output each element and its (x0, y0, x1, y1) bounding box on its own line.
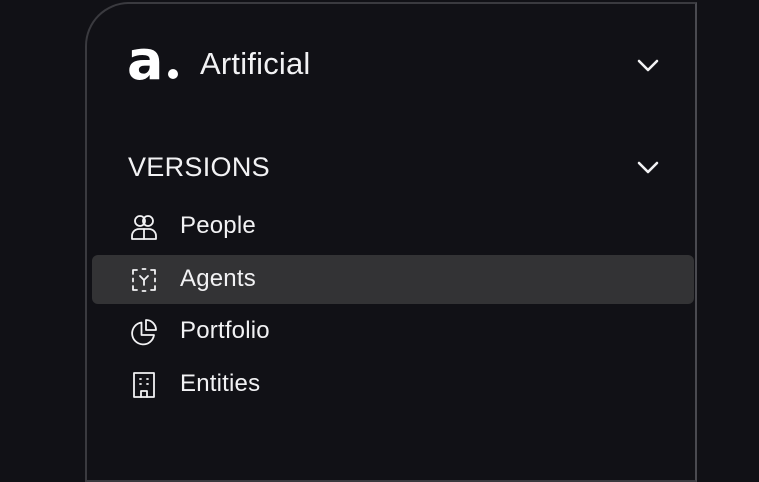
building-icon (129, 370, 159, 400)
people-icon (129, 212, 159, 242)
section-title: VERSIONS (128, 152, 270, 182)
nav-item-label: People (180, 212, 256, 239)
sidebar: a Artificial VERSIONS People Agents Port… (85, 2, 697, 482)
versions-section-header[interactable]: VERSIONS (87, 144, 695, 188)
nav-item-agents[interactable]: Agents (92, 255, 694, 304)
agents-icon (129, 265, 159, 295)
nav-item-label: Entities (180, 370, 261, 397)
nav-item-label: Agents (180, 265, 256, 292)
workspace-switcher[interactable]: a Artificial (87, 4, 695, 124)
nav-item-people[interactable]: People (92, 202, 694, 251)
nav-item-portfolio[interactable]: Portfolio (92, 307, 694, 356)
pie-chart-icon (129, 317, 159, 347)
brand-logo: a (127, 34, 179, 88)
chevron-down-icon[interactable] (634, 52, 662, 80)
chevron-down-icon[interactable] (634, 154, 662, 182)
workspace-name: Artificial (200, 46, 311, 81)
nav-item-entities[interactable]: Entities (92, 360, 694, 409)
brand-logo-dot (168, 69, 179, 79)
brand-logo-letter: a (127, 29, 163, 92)
nav-item-label: Portfolio (180, 317, 270, 344)
